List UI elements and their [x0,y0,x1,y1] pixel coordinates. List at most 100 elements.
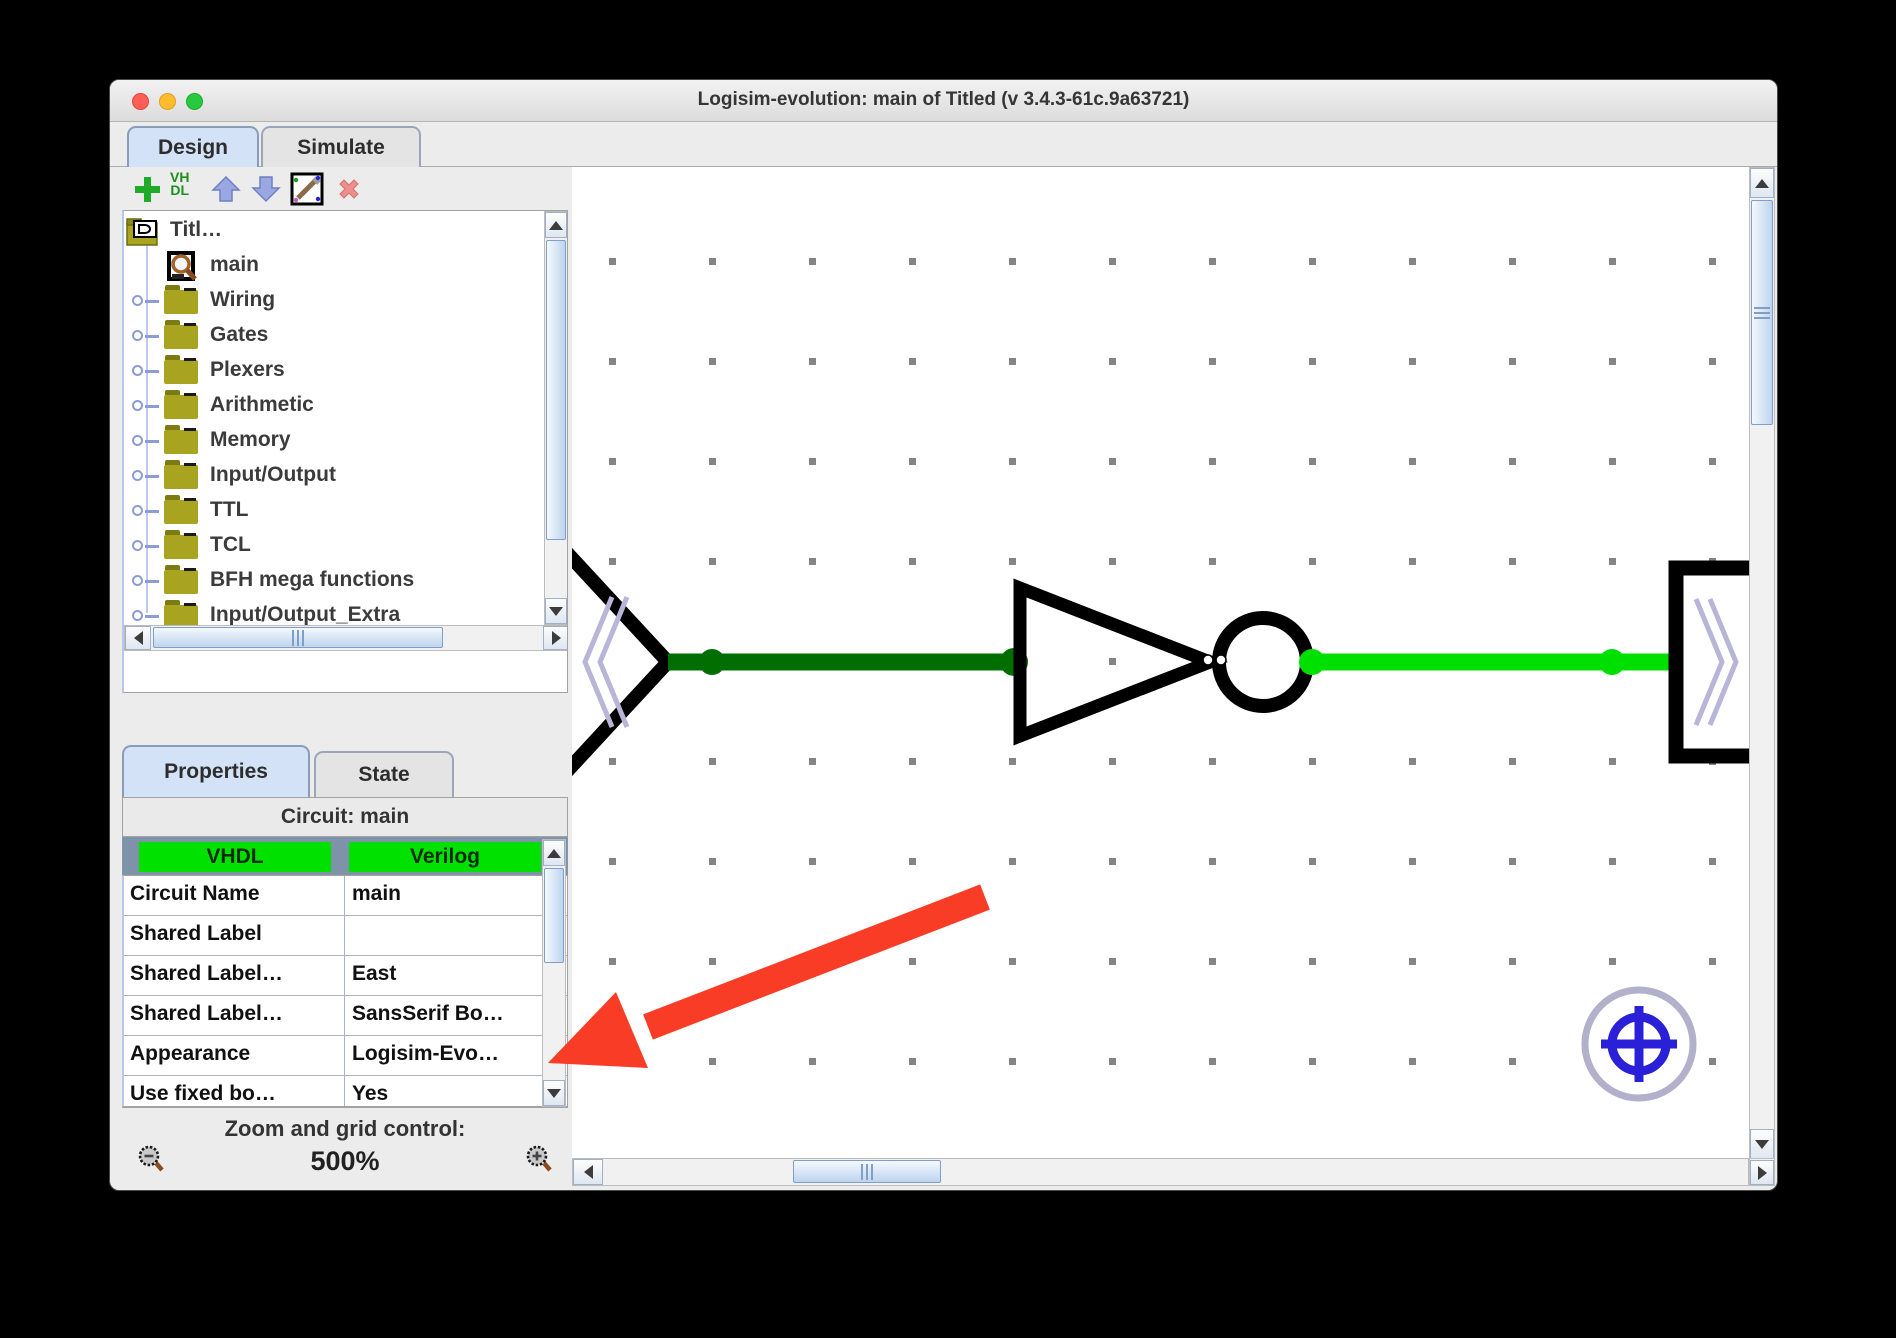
tree-item-arithmetic[interactable]: Arithmetic [124,390,544,423]
add-circuit-button[interactable] [132,171,162,207]
zoom-out-button[interactable] [136,1144,168,1181]
folder-icon [164,395,198,419]
pencil-edit-icon [290,172,324,206]
folder-icon [164,535,198,559]
scroll-down-button[interactable] [543,1080,565,1106]
scroll-down-button[interactable] [1750,1129,1774,1159]
canvas-area [572,167,1775,1186]
scroll-up-button[interactable] [545,212,567,238]
vhdl-button[interactable]: VHDL [139,842,331,872]
scroll-up-button[interactable] [1750,168,1774,198]
tree-item-project[interactable]: Titl… [124,215,544,248]
row-label: Shared Label… [130,962,342,986]
tree-item-gates[interactable]: Gates [124,320,544,353]
expand-handle-icon[interactable] [132,364,160,378]
verilog-button-label: Verilog [410,845,480,869]
tree-item-main[interactable]: main [124,250,544,283]
tree-vertical-scrollbar[interactable] [544,211,568,625]
zoom-in-button[interactable] [524,1144,556,1181]
tree-item-ttl[interactable]: TTL [124,495,544,528]
scroll-up-button[interactable] [543,840,565,866]
tree-item-bfh-mega-functions[interactable]: BFH mega functions [124,565,544,598]
expand-handle-icon[interactable] [132,399,160,413]
table-row-circuit-name[interactable]: Circuit Name main [124,876,568,916]
explorer-tree: Titl… main Wiring [124,211,544,625]
circuit-canvas[interactable] [572,167,1749,1158]
zoom-grid-control: Zoom and grid control: 500% [122,1107,568,1191]
tab-simulate[interactable]: Simulate [261,126,421,167]
verilog-button[interactable]: Verilog [349,842,541,872]
input-pin-component[interactable] [572,477,668,847]
tab-design[interactable]: Design [127,126,259,167]
wire-low-segment[interactable] [668,648,1028,676]
table-row-use-fixed-box[interactable]: Use fixed bo… Yes [124,1076,568,1107]
circuit-drawing [572,167,1749,1158]
expand-handle-icon[interactable] [132,539,160,553]
plus-icon [132,174,162,204]
row-value[interactable]: SansSerif Bo… [352,1002,542,1026]
edit-appearance-button[interactable] [290,171,324,207]
move-circuit-up-button[interactable] [210,171,242,207]
row-value[interactable]: Yes [352,1082,542,1106]
scrollbar-thumb[interactable] [793,1160,941,1183]
tree-item-plexers[interactable]: Plexers [124,355,544,388]
zoom-slider-thumb[interactable] [328,1190,368,1191]
zoom-level-value: 500% [122,1146,568,1177]
row-label: Shared Label… [130,1002,342,1026]
row-value[interactable]: Logisim-Evo… [352,1042,542,1066]
expand-handle-icon[interactable] [132,574,160,588]
expand-handle-icon[interactable] [132,469,160,483]
expand-handle-icon[interactable] [132,504,160,518]
scrollbar-thumb[interactable] [544,868,564,963]
move-circuit-down-button[interactable] [250,171,282,207]
scrollbar-thumb[interactable] [546,240,566,540]
tab-state[interactable]: State [314,751,454,797]
explorer-toolbar: VH DL [122,167,568,210]
magnifier-minus-icon [136,1144,168,1176]
title-bar[interactable]: Logisim-evolution: main of Titled (v 3.4… [110,80,1777,122]
row-value[interactable]: East [352,962,542,986]
scroll-left-button[interactable] [573,1159,603,1185]
gate-port-dot [1216,655,1226,665]
table-row-shared-label[interactable]: Shared Label [124,916,568,956]
expand-handle-icon[interactable] [132,294,160,308]
tab-properties[interactable]: Properties [122,745,310,797]
delete-circuit-button[interactable] [334,171,364,207]
scroll-right-button[interactable] [1750,1160,1774,1185]
output-pin-component[interactable] [1676,568,1749,756]
scrollbar-corner[interactable] [1749,1158,1775,1186]
not-gate-component[interactable] [1020,588,1307,736]
row-value[interactable]: main [352,882,542,906]
tree-item-label: Plexers [210,358,285,382]
scroll-down-button[interactable] [545,598,567,624]
properties-vertical-scrollbar[interactable] [542,839,566,1107]
canvas-vertical-scrollbar[interactable] [1749,167,1775,1158]
tree-item-input-output-extra[interactable]: Input/Output_Extra [124,600,544,625]
table-row-shared-label-font[interactable]: Shared Label… SansSerif Bo… [124,996,568,1036]
row-label: Appearance [130,1042,342,1066]
recenter-crosshair-button[interactable] [1585,990,1693,1098]
folder-icon [164,465,198,489]
tree-item-tcl[interactable]: TCL [124,530,544,563]
add-vhdl-entity-button[interactable]: VH DL [170,171,189,207]
table-row-shared-label-facing[interactable]: Shared Label… East [124,956,568,996]
properties-panel-header: Circuit: main [122,797,568,837]
tree-item-memory[interactable]: Memory [124,425,544,458]
tree-item-wiring[interactable]: Wiring [124,285,544,318]
expand-handle-icon[interactable] [132,329,160,343]
scroll-right-button[interactable] [543,626,568,650]
expand-handle-icon[interactable] [132,609,160,623]
scrollbar-thumb[interactable] [153,627,443,648]
tree-item-label: Titl… [170,218,222,242]
expand-handle-icon[interactable] [132,434,160,448]
scroll-left-button[interactable] [125,626,151,650]
wire-high-segment[interactable] [1299,649,1676,675]
tree-item-input-output[interactable]: Input/Output [124,460,544,493]
table-row-appearance[interactable]: Appearance Logisim-Evo… [124,1036,568,1076]
circuit-header-label: Circuit: main [281,805,409,829]
canvas-horizontal-scrollbar[interactable] [572,1158,1749,1186]
folder-icon [164,290,198,314]
tree-item-label: BFH mega functions [210,568,414,592]
scrollbar-thumb[interactable] [1751,200,1773,425]
tree-horizontal-scrollbar[interactable] [124,625,568,651]
